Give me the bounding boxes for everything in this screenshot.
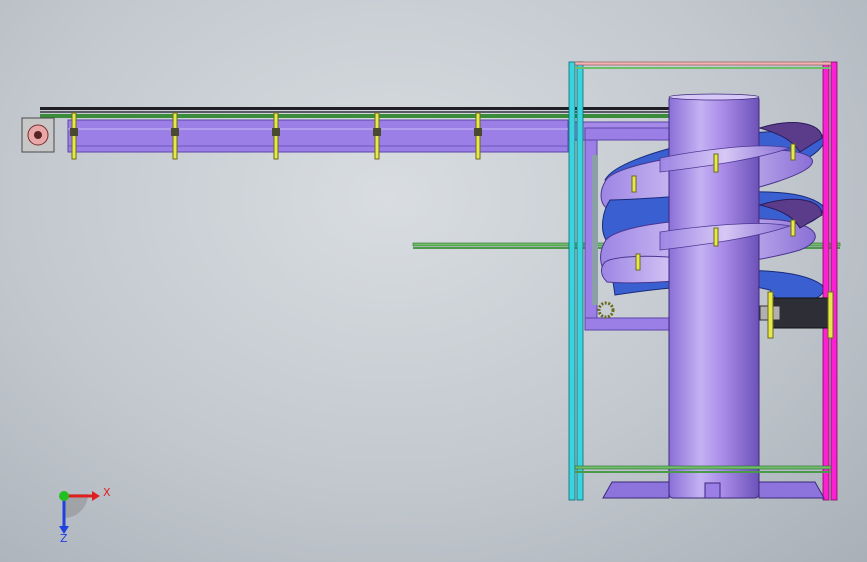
cad-viewport[interactable]: X Z (0, 0, 867, 562)
support-clamp (373, 128, 381, 136)
support-clamp (171, 128, 179, 136)
x-axis-label: X (103, 486, 111, 499)
model-drawing[interactable] (0, 0, 867, 562)
support-clamp (272, 128, 280, 136)
frame-right (822, 61, 838, 501)
support-clamp (474, 128, 482, 136)
support-clamp (70, 128, 78, 136)
z-axis-label: Z (60, 532, 68, 545)
frame-top-beam (574, 61, 832, 69)
